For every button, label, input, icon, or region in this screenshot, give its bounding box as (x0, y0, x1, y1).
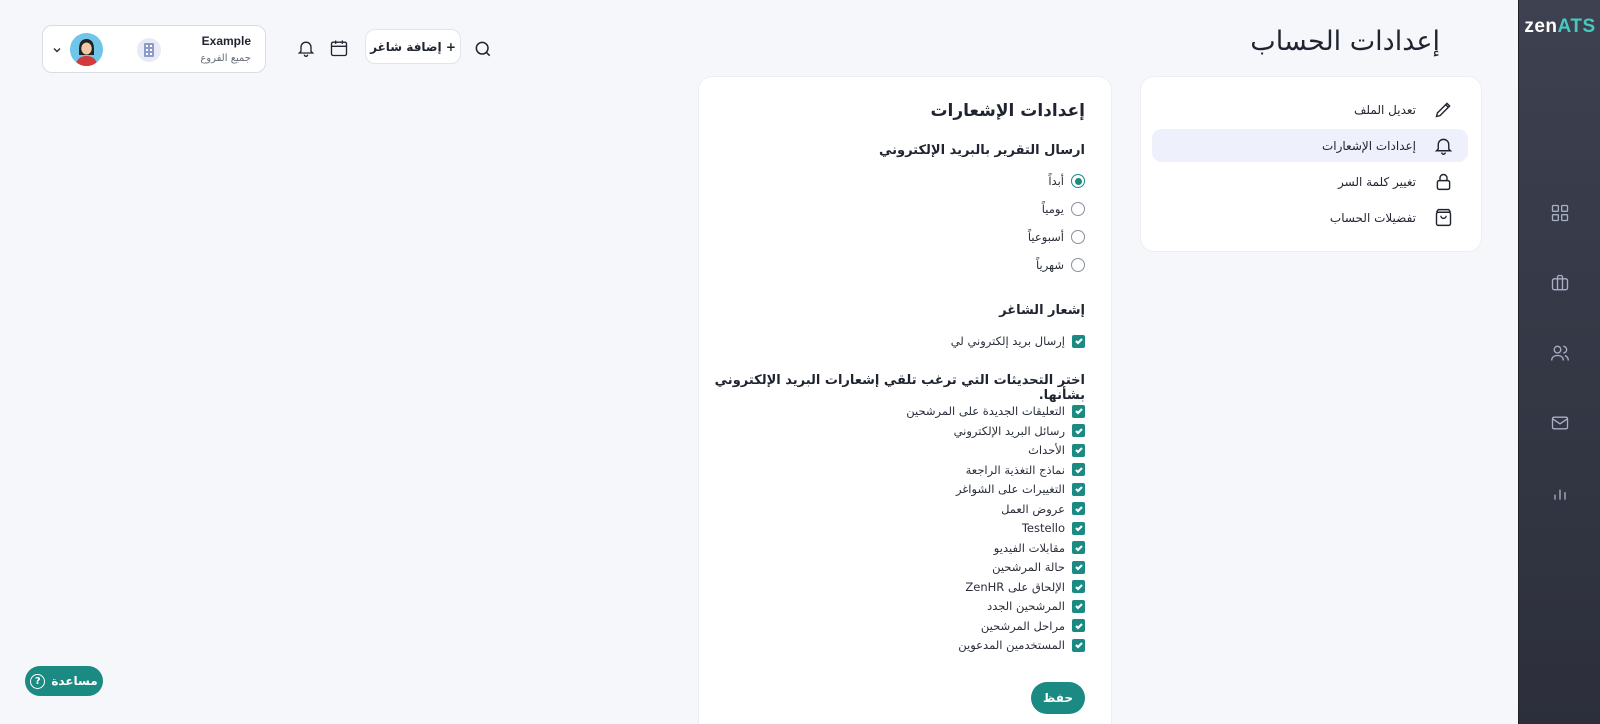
checkbox[interactable] (1072, 521, 1085, 535)
notification-settings-card: إعدادات الإشعارات ارسال التقرير بالبريد … (698, 76, 1112, 724)
checkbox[interactable] (1072, 599, 1085, 613)
checkbox[interactable] (1072, 638, 1085, 652)
checkbox[interactable] (1072, 404, 1085, 418)
update-checkbox-item[interactable]: Testello (1022, 520, 1085, 536)
checkbox[interactable] (1072, 560, 1085, 574)
radio-daily[interactable]: يومياً (1042, 201, 1085, 217)
update-checkbox-item[interactable]: نماذج التغذية الراجعة (966, 462, 1085, 478)
user-menu[interactable]: Example جميع الفروع (42, 25, 266, 73)
radio-button[interactable] (1071, 230, 1085, 244)
card-title: إعدادات الإشعارات (930, 101, 1085, 121)
checkbox[interactable] (1072, 443, 1085, 457)
checkbox[interactable] (1072, 541, 1085, 554)
add-vacancy-button[interactable]: + إضافة شاغر (365, 29, 461, 64)
update-checkbox-item[interactable]: الإلحاق على ZenHR (965, 579, 1085, 595)
update-checkbox-item[interactable]: المرشحين الجدد (987, 598, 1085, 614)
nav-change-password[interactable]: تغيير كلمة السر (1152, 165, 1468, 198)
avatar (70, 33, 103, 66)
lock-icon (1432, 171, 1454, 193)
update-checkbox-item[interactable]: التعليقات الجديدة على المرشحين (906, 403, 1085, 419)
question-icon: ? (30, 673, 46, 689)
email-report-title: ارسال التقرير بالبريد الإلكتروني (878, 143, 1085, 158)
radio-weekly[interactable]: أسبوعياً (1028, 229, 1085, 245)
update-checkbox-item[interactable]: المستخدمين المدعوين (958, 637, 1085, 653)
checkbox[interactable] (1072, 580, 1085, 593)
calendar-icon[interactable] (329, 38, 349, 58)
update-checkbox-item[interactable]: الأحداث (1028, 442, 1085, 458)
radio-button[interactable] (1071, 258, 1085, 272)
bag-icon (1432, 207, 1454, 229)
branch-label: جميع الفروع (200, 53, 251, 64)
bell-icon (1432, 135, 1454, 157)
radio-button[interactable] (1071, 174, 1085, 188)
updates-title: اختر التحديثات التي ترغب تلقي إشعارات ال… (714, 373, 1085, 403)
checkbox[interactable] (1072, 619, 1085, 632)
checkbox[interactable] (1072, 463, 1085, 476)
search-icon[interactable] (473, 39, 493, 59)
checkbox-email-me[interactable]: إرسال بريد إلكتروني لي (951, 333, 1085, 349)
vacancy-notice-title: إشعار الشاغر (999, 303, 1085, 318)
pencil-icon (1432, 99, 1454, 121)
user-name: Example (201, 34, 251, 48)
chevron-down-icon[interactable] (51, 44, 63, 56)
main-sidebar: zenATS (1518, 0, 1600, 724)
checkbox[interactable] (1072, 502, 1085, 515)
update-checkbox-item[interactable]: مراحل المرشحين (981, 618, 1085, 634)
checkbox[interactable] (1072, 424, 1085, 437)
update-checkbox-item[interactable]: مقابلات الفيديو (994, 540, 1085, 556)
radio-button[interactable] (1071, 202, 1085, 216)
notifications-bell-icon[interactable] (296, 38, 316, 58)
update-checkbox-item[interactable]: حالة المرشحين (992, 559, 1085, 575)
update-checkbox-item[interactable]: عروض العمل (1001, 501, 1085, 517)
help-button[interactable]: مساعدة ? (25, 666, 103, 696)
save-button[interactable]: حفظ (1031, 682, 1085, 714)
radio-never[interactable]: أبداً (1048, 173, 1085, 189)
briefcase-icon[interactable] (1549, 272, 1571, 294)
settings-nav: تعديل الملف إعدادات الإشعارات تغيير كلمة… (1140, 76, 1482, 252)
bar-chart-icon[interactable] (1549, 482, 1571, 504)
dashboard-icon[interactable] (1549, 202, 1571, 224)
nav-account-preferences[interactable]: تفضيلات الحساب (1152, 201, 1468, 234)
users-icon[interactable] (1549, 342, 1571, 364)
checkbox[interactable] (1072, 482, 1085, 496)
update-checkbox-item[interactable]: رسائل البريد الإلكتروني (954, 423, 1085, 439)
radio-monthly[interactable]: شهرياً (1036, 257, 1085, 273)
update-checkbox-item[interactable]: التغييرات على الشواغر (956, 481, 1085, 497)
building-icon (137, 38, 161, 62)
zenats-logo[interactable]: zenATS (1519, 16, 1600, 38)
nav-edit-profile[interactable]: تعديل الملف (1152, 93, 1468, 126)
checkbox[interactable] (1072, 334, 1085, 348)
nav-notification-settings[interactable]: إعدادات الإشعارات (1152, 129, 1468, 162)
page-title: إعدادات الحساب (1250, 26, 1440, 57)
mail-icon[interactable] (1549, 412, 1571, 434)
